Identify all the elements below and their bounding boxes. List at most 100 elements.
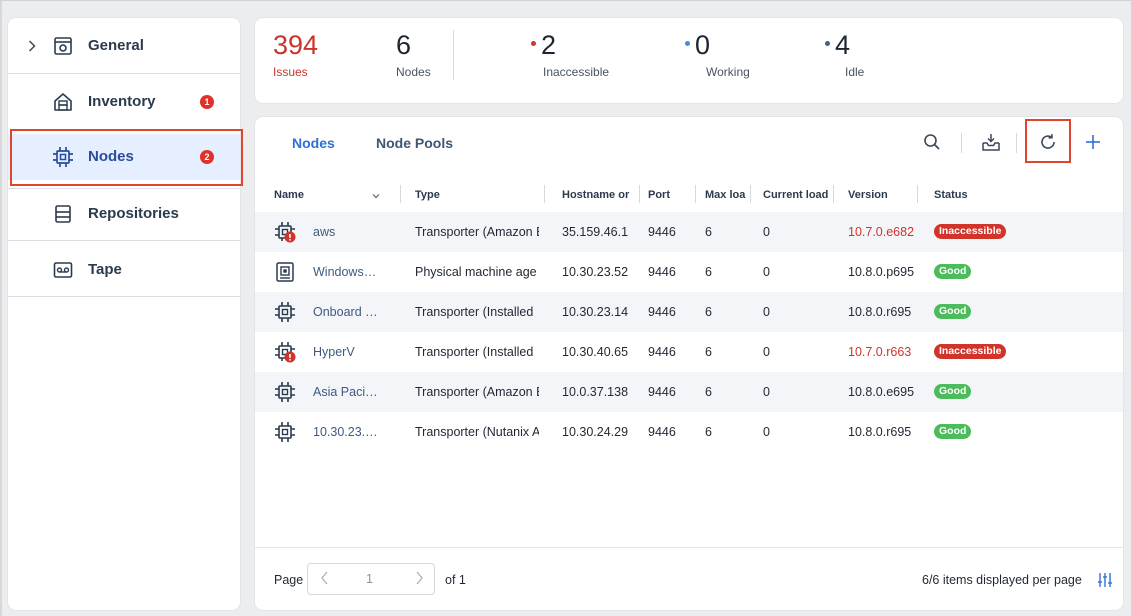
node-port: 9446 [648,265,676,279]
working-label: Working [706,65,750,79]
chip-error-icon [274,221,296,243]
column-header-version[interactable]: Version [848,189,888,201]
issues-count: 394 [273,30,319,60]
chip-error-icon [274,341,296,363]
inaccessible-count: 2 [541,30,557,60]
divider [255,547,1123,548]
sidebar-item-inventory[interactable]: Inventory 1 [8,79,240,125]
inaccessible-label: Inaccessible [543,65,610,79]
node-name-link[interactable]: 10.30.23.… [313,425,393,439]
node-port: 9446 [648,385,676,399]
status-badge: Good [934,264,972,279]
table-row[interactable]: HyperV Transporter (Installed 10.30.40.65 9… [255,332,1123,372]
node-max-load: 6 [705,305,712,319]
column-divider[interactable] [917,185,918,203]
tab-node-pools[interactable]: Node Pools [376,135,453,151]
status-badge: Good [934,424,972,439]
column-header-status[interactable]: Status [934,189,968,201]
working-stat[interactable]: 0 Working [685,30,750,79]
issues-stat[interactable]: 394 Issues [273,30,318,79]
node-name-link[interactable]: aws [313,225,393,239]
download-tray-icon[interactable] [979,130,1003,154]
sidebar-item-label: Repositories [88,205,179,222]
idle-label: Idle [845,65,865,79]
node-name-link[interactable]: Asia Paci… [313,385,393,399]
divider [1016,133,1017,153]
chevron-down-icon[interactable] [371,188,381,199]
inventory-icon [52,91,74,113]
node-max-load: 6 [705,425,712,439]
table-row[interactable]: Windows… Physical machine age 10.30.23.52 9… [255,252,1123,292]
node-version: 10.7.0.e682 [848,225,914,239]
column-divider[interactable] [544,185,545,203]
tab-nodes[interactable]: Nodes [292,135,335,151]
sidebar-item-label: Nodes [88,148,134,165]
sidebar: General Inventory 1 Nodes 2 Repositories… [8,18,240,610]
sidebar-item-tape[interactable]: Tape [8,247,240,293]
column-divider[interactable] [639,185,640,203]
node-current-load: 0 [763,385,770,399]
status-badge: Inaccessible [934,344,1007,359]
divider [961,133,962,153]
column-settings-icon[interactable] [1097,572,1113,588]
column-header-port[interactable]: Port [648,189,670,201]
column-divider[interactable] [833,185,834,203]
node-name-link[interactable]: Onboard … [313,305,393,319]
node-type: Transporter (Amazon E [415,385,539,399]
node-hostname: 10.30.40.65 [562,345,629,359]
chip-agent-icon [274,261,296,283]
table-row[interactable]: Onboard … Transporter (Installed 10.30.23.… [255,292,1123,332]
node-current-load: 0 [763,265,770,279]
search-icon[interactable] [920,130,944,154]
chip-icon [274,381,296,403]
chevron-right-icon[interactable] [26,38,38,54]
node-hostname: 10.30.23.52 [562,265,629,279]
node-max-load: 6 [705,225,712,239]
column-header-current-load[interactable]: Current load [763,189,828,201]
sidebar-item-nodes[interactable]: Nodes 2 [8,134,240,180]
divider [8,73,240,74]
status-badge: Good [934,304,972,319]
node-current-load: 0 [763,225,770,239]
issues-label: Issues [273,65,308,79]
gear-window-icon [52,35,74,57]
column-header-type[interactable]: Type [415,189,440,201]
column-header-hostname[interactable]: Hostname or [562,189,629,201]
node-name-link[interactable]: HyperV [313,345,393,359]
sidebar-item-repositories[interactable]: Repositories [8,191,240,237]
status-dot [825,41,830,47]
table-row[interactable]: 10.30.23.… Transporter (Nutanix A 10.30.24… [255,412,1123,452]
chevron-left-icon[interactable] [320,570,330,591]
node-port: 9446 [648,225,676,239]
sidebar-item-label: Inventory [88,93,156,110]
node-name-link[interactable]: Windows… [313,265,393,279]
status-badge: Good [934,384,972,399]
table-row[interactable]: Asia Paci… Transporter (Amazon E 10.0.37.1… [255,372,1123,412]
node-version: 10.7.0.r663 [848,345,912,359]
inaccessible-stat[interactable]: 2 Inaccessible [531,30,609,79]
items-per-page-label: 6/6 items displayed per page [922,573,1082,587]
nodes-label: Nodes [396,65,431,79]
table-row[interactable]: aws Transporter (Amazon E 35.159.46.1 9446 6… [255,212,1123,252]
node-hostname: 35.159.46.1 [562,225,629,239]
sidebar-item-general[interactable]: General [8,23,240,69]
column-divider[interactable] [695,185,696,203]
node-type: Transporter (Installed [415,345,534,359]
plus-icon[interactable] [1081,130,1105,154]
divider [453,30,454,80]
chevron-right-icon[interactable] [414,570,424,591]
column-divider[interactable] [750,185,751,203]
divider [8,296,240,297]
database-icon [52,203,74,225]
node-type: Transporter (Amazon E [415,225,539,239]
node-hostname: 10.30.24.29 [562,425,629,439]
idle-stat[interactable]: 4 Idle [825,30,864,79]
column-header-name[interactable]: Name [274,189,304,201]
tape-icon [52,259,74,281]
node-version: 10.8.0.r695 [848,425,912,439]
column-header-max-load[interactable]: Max loa [705,189,747,201]
node-hostname: 10.0.37.138 [562,385,629,399]
column-divider[interactable] [400,185,401,203]
status-dot [531,41,536,47]
page-number-input[interactable]: 1 [366,572,373,586]
